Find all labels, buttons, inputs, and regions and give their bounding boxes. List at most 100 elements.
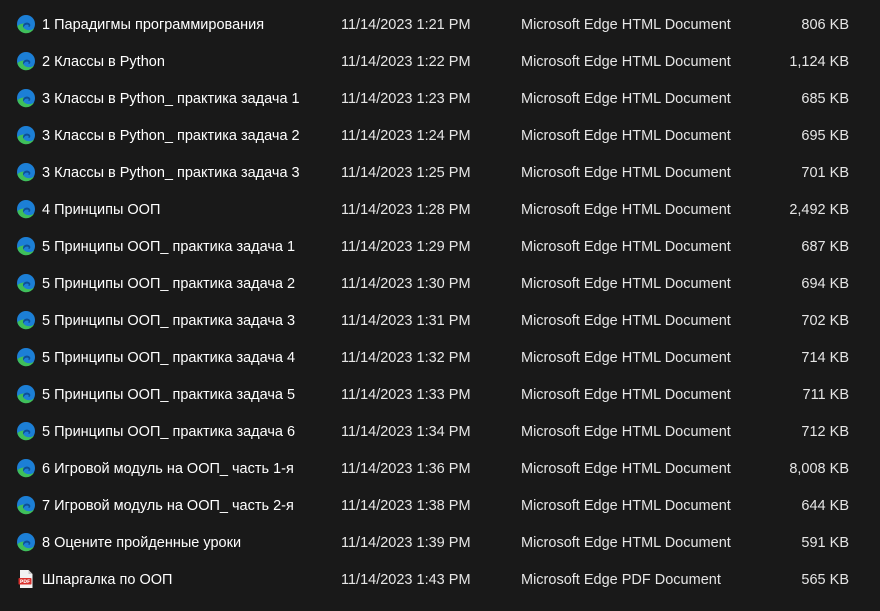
file-name-cell[interactable]: 7 Игровой модуль на ООП_ часть 2-я — [16, 488, 330, 525]
file-type: Microsoft Edge HTML Document — [521, 91, 731, 107]
file-type: Microsoft Edge HTML Document — [521, 350, 731, 366]
file-date-modified: 11/14/2023 1:38 PM — [341, 498, 471, 514]
file-name: 8 Оцените пройденные уроки — [42, 535, 242, 551]
file-date-modified: 11/14/2023 1:21 PM — [341, 17, 471, 33]
file-name-cell[interactable]: 5 Принципы ООП_ практика задача 1 — [16, 229, 330, 266]
file-row[interactable]: 2 Классы в Python 11/14/2023 1:22 PM Mic… — [0, 44, 880, 81]
file-size: 712 KB — [801, 424, 849, 440]
file-name: 7 Игровой модуль на ООП_ часть 2-я — [42, 498, 294, 514]
edge-html-icon — [16, 384, 36, 404]
file-type: Microsoft Edge HTML Document — [521, 17, 731, 33]
file-size: 702 KB — [801, 313, 849, 329]
file-type: Microsoft Edge HTML Document — [521, 54, 731, 70]
file-row[interactable]: 1 Парадигмы программирования 11/14/2023 … — [0, 7, 880, 44]
file-name-cell[interactable]: 5 Принципы ООП_ практика задача 6 — [16, 414, 330, 451]
file-name-cell[interactable]: 6 Игровой модуль на ООП_ часть 1-я — [16, 451, 330, 488]
pdf-file-icon: PDF — [16, 569, 36, 589]
edge-html-icon — [16, 125, 36, 145]
file-row[interactable]: 3 Классы в Python_ практика задача 3 11/… — [0, 155, 880, 192]
edge-html-icon — [16, 421, 36, 441]
file-size: 685 KB — [801, 91, 849, 107]
edge-html-icon — [16, 162, 36, 182]
file-date-modified: 11/14/2023 1:34 PM — [341, 424, 471, 440]
file-row[interactable]: 5 Принципы ООП_ практика задача 5 11/14/… — [0, 377, 880, 414]
file-name: 5 Принципы ООП_ практика задача 5 — [42, 387, 296, 403]
file-size: 565 KB — [801, 572, 849, 588]
file-date-modified: 11/14/2023 1:28 PM — [341, 202, 471, 218]
file-type: Microsoft Edge HTML Document — [521, 535, 731, 551]
edge-html-icon — [16, 51, 36, 71]
edge-html-icon — [16, 199, 36, 219]
file-name-cell[interactable]: 8 Оцените пройденные уроки — [16, 525, 330, 562]
edge-html-icon — [16, 310, 36, 330]
file-size: 695 KB — [801, 128, 849, 144]
file-row[interactable]: 3 Классы в Python_ практика задача 2 11/… — [0, 118, 880, 155]
file-type: Microsoft Edge HTML Document — [521, 313, 731, 329]
file-type: Microsoft Edge HTML Document — [521, 128, 731, 144]
file-date-modified: 11/14/2023 1:24 PM — [341, 128, 471, 144]
file-date-modified: 11/14/2023 1:33 PM — [341, 387, 471, 403]
file-row[interactable]: 8 Оцените пройденные уроки 11/14/2023 1:… — [0, 525, 880, 562]
file-name-cell[interactable]: 5 Принципы ООП_ практика задача 2 — [16, 266, 330, 303]
file-size: 711 KB — [802, 387, 850, 403]
file-row[interactable]: 5 Принципы ООП_ практика задача 1 11/14/… — [0, 229, 880, 266]
edge-html-icon — [16, 458, 36, 478]
file-name: 5 Принципы ООП_ практика задача 3 — [42, 313, 296, 329]
file-name-cell[interactable]: 5 Принципы ООП_ практика задача 4 — [16, 340, 330, 377]
file-name-cell[interactable]: PDF Шпаргалка по ООП — [16, 562, 330, 599]
file-name: 5 Принципы ООП_ практика задача 6 — [42, 424, 296, 440]
file-date-modified: 11/14/2023 1:39 PM — [341, 535, 471, 551]
edge-html-icon — [16, 88, 36, 108]
file-type: Microsoft Edge HTML Document — [521, 387, 731, 403]
file-type: Microsoft Edge HTML Document — [521, 424, 731, 440]
file-type: Microsoft Edge HTML Document — [521, 276, 731, 292]
file-date-modified: 11/14/2023 1:23 PM — [341, 91, 471, 107]
file-row[interactable]: 4 Принципы ООП 11/14/2023 1:28 PM Micros… — [0, 192, 880, 229]
file-row[interactable]: 5 Принципы ООП_ практика задача 3 11/14/… — [0, 303, 880, 340]
file-name-cell[interactable]: 5 Принципы ООП_ практика задача 5 — [16, 377, 330, 414]
file-size: 591 KB — [801, 535, 849, 551]
svg-text:PDF: PDF — [20, 579, 30, 585]
file-date-modified: 11/14/2023 1:43 PM — [341, 572, 471, 588]
file-name: 4 Принципы ООП — [42, 202, 161, 218]
file-size: 701 KB — [801, 165, 849, 181]
file-name-cell[interactable]: 4 Принципы ООП — [16, 192, 330, 229]
file-row[interactable]: 3 Классы в Python_ практика задача 1 11/… — [0, 81, 880, 118]
file-type: Microsoft Edge HTML Document — [521, 461, 731, 477]
file-name: 3 Классы в Python_ практика задача 1 — [42, 91, 300, 107]
file-date-modified: 11/14/2023 1:32 PM — [341, 350, 471, 366]
edge-html-icon — [16, 532, 36, 552]
file-size: 694 KB — [801, 276, 849, 292]
file-date-modified: 11/14/2023 1:36 PM — [341, 461, 471, 477]
edge-html-icon — [16, 14, 36, 34]
file-date-modified: 11/14/2023 1:31 PM — [341, 313, 471, 329]
file-type: Microsoft Edge HTML Document — [521, 165, 731, 181]
file-name-cell[interactable]: 3 Классы в Python_ практика задача 3 — [16, 155, 330, 192]
file-size: 806 KB — [801, 17, 849, 33]
file-size: 8,008 KB — [789, 461, 849, 477]
file-name-cell[interactable]: 5 Принципы ООП_ практика задача 3 — [16, 303, 330, 340]
file-row[interactable]: 7 Игровой модуль на ООП_ часть 2-я 11/14… — [0, 488, 880, 525]
file-type: Microsoft Edge HTML Document — [521, 498, 731, 514]
file-name: 3 Классы в Python_ практика задача 2 — [42, 128, 300, 144]
file-size: 714 KB — [801, 350, 849, 366]
edge-html-icon — [16, 347, 36, 367]
edge-html-icon — [16, 495, 36, 515]
file-date-modified: 11/14/2023 1:25 PM — [341, 165, 471, 181]
file-row[interactable]: 6 Игровой модуль на ООП_ часть 1-я 11/14… — [0, 451, 880, 488]
file-size: 1,124 KB — [789, 54, 849, 70]
file-size: 644 KB — [801, 498, 849, 514]
file-type: Microsoft Edge PDF Document — [521, 572, 721, 588]
file-list: 1 Парадигмы программирования 11/14/2023 … — [0, 0, 880, 611]
file-name-cell[interactable]: 3 Классы в Python_ практика задача 1 — [16, 81, 330, 118]
file-row[interactable]: 5 Принципы ООП_ практика задача 2 11/14/… — [0, 266, 880, 303]
file-name-cell[interactable]: 2 Классы в Python — [16, 44, 330, 81]
file-name-cell[interactable]: 1 Парадигмы программирования — [16, 7, 330, 44]
file-row[interactable]: 5 Принципы ООП_ практика задача 6 11/14/… — [0, 414, 880, 451]
file-name-cell[interactable]: 3 Классы в Python_ практика задача 2 — [16, 118, 330, 155]
file-date-modified: 11/14/2023 1:29 PM — [341, 239, 471, 255]
file-row[interactable]: PDF Шпаргалка по ООП 11/14/2023 1:43 PM M… — [0, 562, 880, 599]
file-size: 687 KB — [801, 239, 849, 255]
file-type: Microsoft Edge HTML Document — [521, 239, 731, 255]
file-row[interactable]: 5 Принципы ООП_ практика задача 4 11/14/… — [0, 340, 880, 377]
